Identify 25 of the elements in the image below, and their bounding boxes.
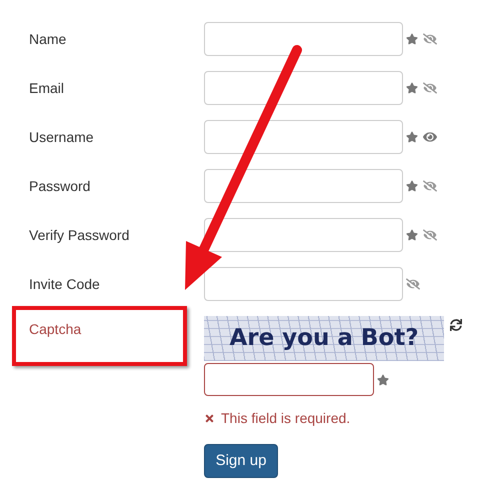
captcha-image: Are you a Bot? [204,316,444,361]
eye-icon[interactable] [423,130,437,144]
eye-slash-icon[interactable] [406,277,420,291]
field-label: Password [28,176,92,196]
field-label: Invite Code [28,274,101,294]
error-icon [204,413,215,424]
refresh-icon[interactable] [450,319,462,331]
captcha-field[interactable] [204,363,374,396]
text-field[interactable] [204,267,403,301]
eye-slash-icon[interactable] [423,179,437,193]
sign-up-button[interactable]: Sign up [204,444,278,478]
eye-slash-icon[interactable] [423,81,437,95]
text-field[interactable] [204,22,403,56]
field-label: Captcha [29,321,82,337]
eye-slash-icon[interactable] [423,32,437,46]
eye-slash-icon[interactable] [423,228,437,242]
field-label: Verify Password [28,226,130,245]
error-message: This field is required. [221,409,350,428]
field-label: Email [28,78,66,98]
field-label: Username [28,128,95,146]
text-field[interactable] [204,71,403,105]
text-field[interactable] [204,120,403,154]
text-field[interactable] [204,169,403,203]
text-field[interactable] [204,218,403,252]
field-label: Name [28,30,68,48]
